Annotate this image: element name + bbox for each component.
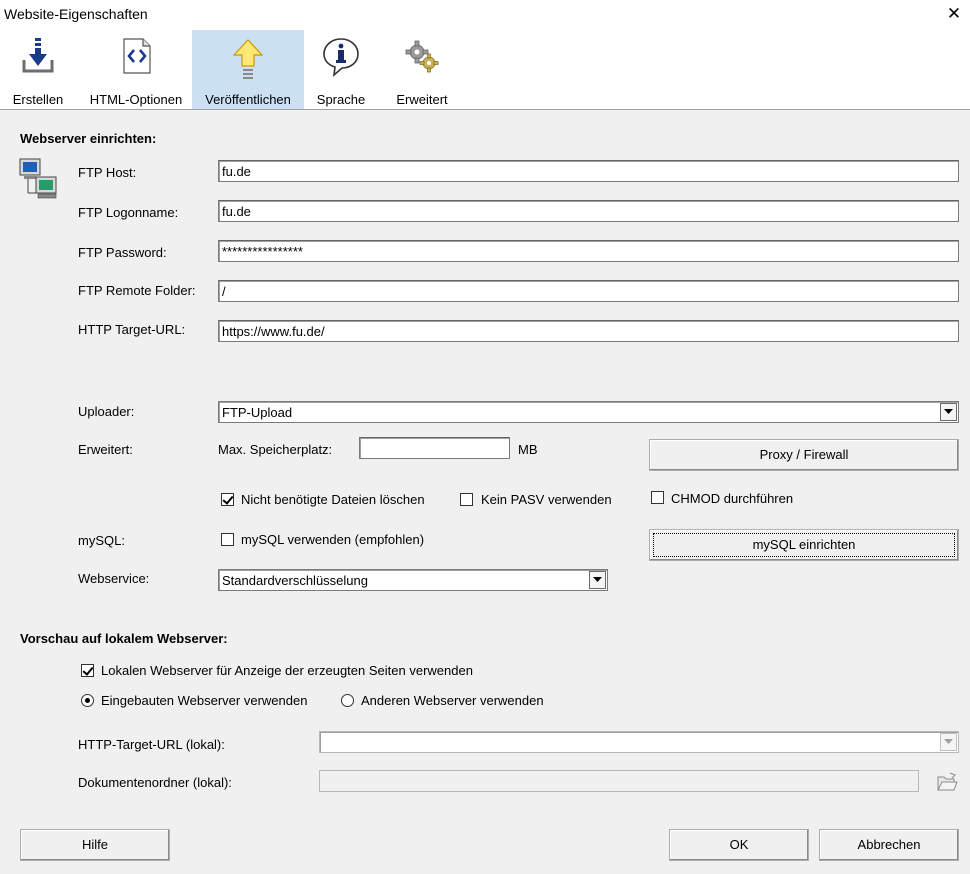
tab-toolbar: Erstellen HTML-Optionen Veröffentlichen xyxy=(0,28,970,110)
local-target-url-select[interactable] xyxy=(319,731,959,753)
window-title: Website-Eigenschaften xyxy=(4,6,148,22)
tab-html-optionen-label: HTML-Optionen xyxy=(89,92,183,107)
help-button[interactable]: Hilfe xyxy=(20,829,170,861)
webservice-label: Webservice: xyxy=(78,571,150,586)
proxy-firewall-button[interactable]: Proxy / Firewall xyxy=(649,439,959,471)
tab-veroeffentlichen[interactable]: Veröffentlichen xyxy=(192,30,304,109)
chevron-down-icon xyxy=(940,403,957,421)
ftp-logonname-label: FTP Logonname: xyxy=(78,205,179,220)
use-local-webserver-checkbox[interactable] xyxy=(81,664,94,677)
builtin-webserver-radio[interactable] xyxy=(81,694,94,707)
tab-erweitert-label: Erweitert xyxy=(396,92,448,107)
builtin-webserver-label: Eingebauten Webserver verwenden xyxy=(101,693,308,708)
tab-erstellen-label: Erstellen xyxy=(12,92,64,107)
ftp-password-label: FTP Password: xyxy=(78,245,167,260)
tab-erstellen[interactable]: Erstellen xyxy=(4,30,72,109)
ftp-password-value: **************** xyxy=(222,244,303,259)
close-icon[interactable]: ✕ xyxy=(938,0,970,28)
uploader-label: Uploader: xyxy=(78,404,135,419)
open-folder-icon[interactable] xyxy=(936,771,958,793)
pasv-label: Kein PASV verwenden xyxy=(481,492,612,507)
http-target-url-value: https://www.fu.de/ xyxy=(222,324,325,339)
max-storage-label: Max. Speicherplatz: xyxy=(218,442,333,457)
upload-arrow-icon xyxy=(192,36,304,80)
mysql-use-label: mySQL verwenden (empfohlen) xyxy=(241,532,425,547)
use-local-webserver-label: Lokalen Webserver für Anzeige der erzeug… xyxy=(101,663,473,678)
max-storage-unit: MB xyxy=(518,442,538,457)
ftp-host-value: fu.de xyxy=(222,164,251,179)
delete-files-checkbox[interactable] xyxy=(221,493,234,506)
webservice-select[interactable]: Standardverschlüsselung xyxy=(218,569,608,591)
mysql-label: mySQL: xyxy=(78,533,125,548)
preview-section-title: Vorschau auf lokalem Webserver: xyxy=(20,631,228,646)
http-target-url-label: HTTP Target-URL: xyxy=(78,322,186,337)
other-webserver-radio[interactable] xyxy=(341,694,354,707)
network-computers-icon xyxy=(18,157,60,204)
help-button-label: Hilfe xyxy=(81,837,108,852)
tab-html-optionen[interactable]: HTML-Optionen xyxy=(84,30,188,109)
tab-sprache-label: Sprache xyxy=(316,92,366,107)
uploader-select[interactable]: FTP-Upload xyxy=(218,401,959,423)
tab-erweitert[interactable]: Erweitert xyxy=(388,30,456,109)
pasv-checkbox[interactable] xyxy=(460,493,473,506)
title-bar: Website-Eigenschaften ✕ xyxy=(0,0,970,28)
ftp-host-field[interactable]: fu.de xyxy=(218,160,959,182)
local-target-url-label: HTTP-Target-URL (lokal): xyxy=(78,737,225,752)
ok-button[interactable]: OK xyxy=(669,829,809,861)
ftp-remote-folder-field[interactable]: / xyxy=(218,280,959,302)
webserver-section-title: Webserver einrichten: xyxy=(20,131,157,146)
ftp-logonname-field[interactable]: fu.de xyxy=(218,200,959,222)
other-webserver-label: Anderen Webserver verwenden xyxy=(361,693,544,708)
mysql-use-checkbox[interactable] xyxy=(221,533,234,546)
chevron-down-icon xyxy=(940,733,957,751)
webservice-value: Standardverschlüsselung xyxy=(222,573,368,588)
http-target-url-field[interactable]: https://www.fu.de/ xyxy=(218,320,959,342)
ftp-password-field[interactable]: **************** xyxy=(218,240,959,262)
chmod-label: CHMOD durchführen xyxy=(671,491,794,506)
tab-veroeffentlichen-label: Veröffentlichen xyxy=(205,92,291,107)
ftp-remote-folder-value: / xyxy=(222,284,226,299)
ftp-logonname-value: fu.de xyxy=(222,204,251,219)
ftp-remote-folder-label: FTP Remote Folder: xyxy=(78,283,196,298)
chevron-down-icon xyxy=(589,571,606,589)
ok-button-label: OK xyxy=(729,837,749,852)
info-bubble-icon xyxy=(310,36,372,80)
cancel-button[interactable]: Abbrechen xyxy=(819,829,959,861)
erweitert-label: Erweitert: xyxy=(78,442,133,457)
code-document-icon xyxy=(84,36,188,80)
chmod-checkbox[interactable] xyxy=(651,491,664,504)
delete-files-label: Nicht benötigte Dateien löschen xyxy=(241,492,425,507)
download-icon xyxy=(4,36,72,80)
cancel-button-label: Abbrechen xyxy=(857,837,921,852)
mysql-setup-button[interactable]: mySQL einrichten xyxy=(649,529,959,561)
tab-sprache[interactable]: Sprache xyxy=(310,30,372,109)
gears-icon xyxy=(388,36,456,80)
local-doc-folder-label: Dokumentenordner (lokal): xyxy=(78,775,232,790)
uploader-value: FTP-Upload xyxy=(222,405,293,420)
local-doc-folder-field[interactable] xyxy=(319,770,919,792)
max-storage-field[interactable] xyxy=(359,437,510,459)
ftp-host-label: FTP Host: xyxy=(78,165,137,180)
